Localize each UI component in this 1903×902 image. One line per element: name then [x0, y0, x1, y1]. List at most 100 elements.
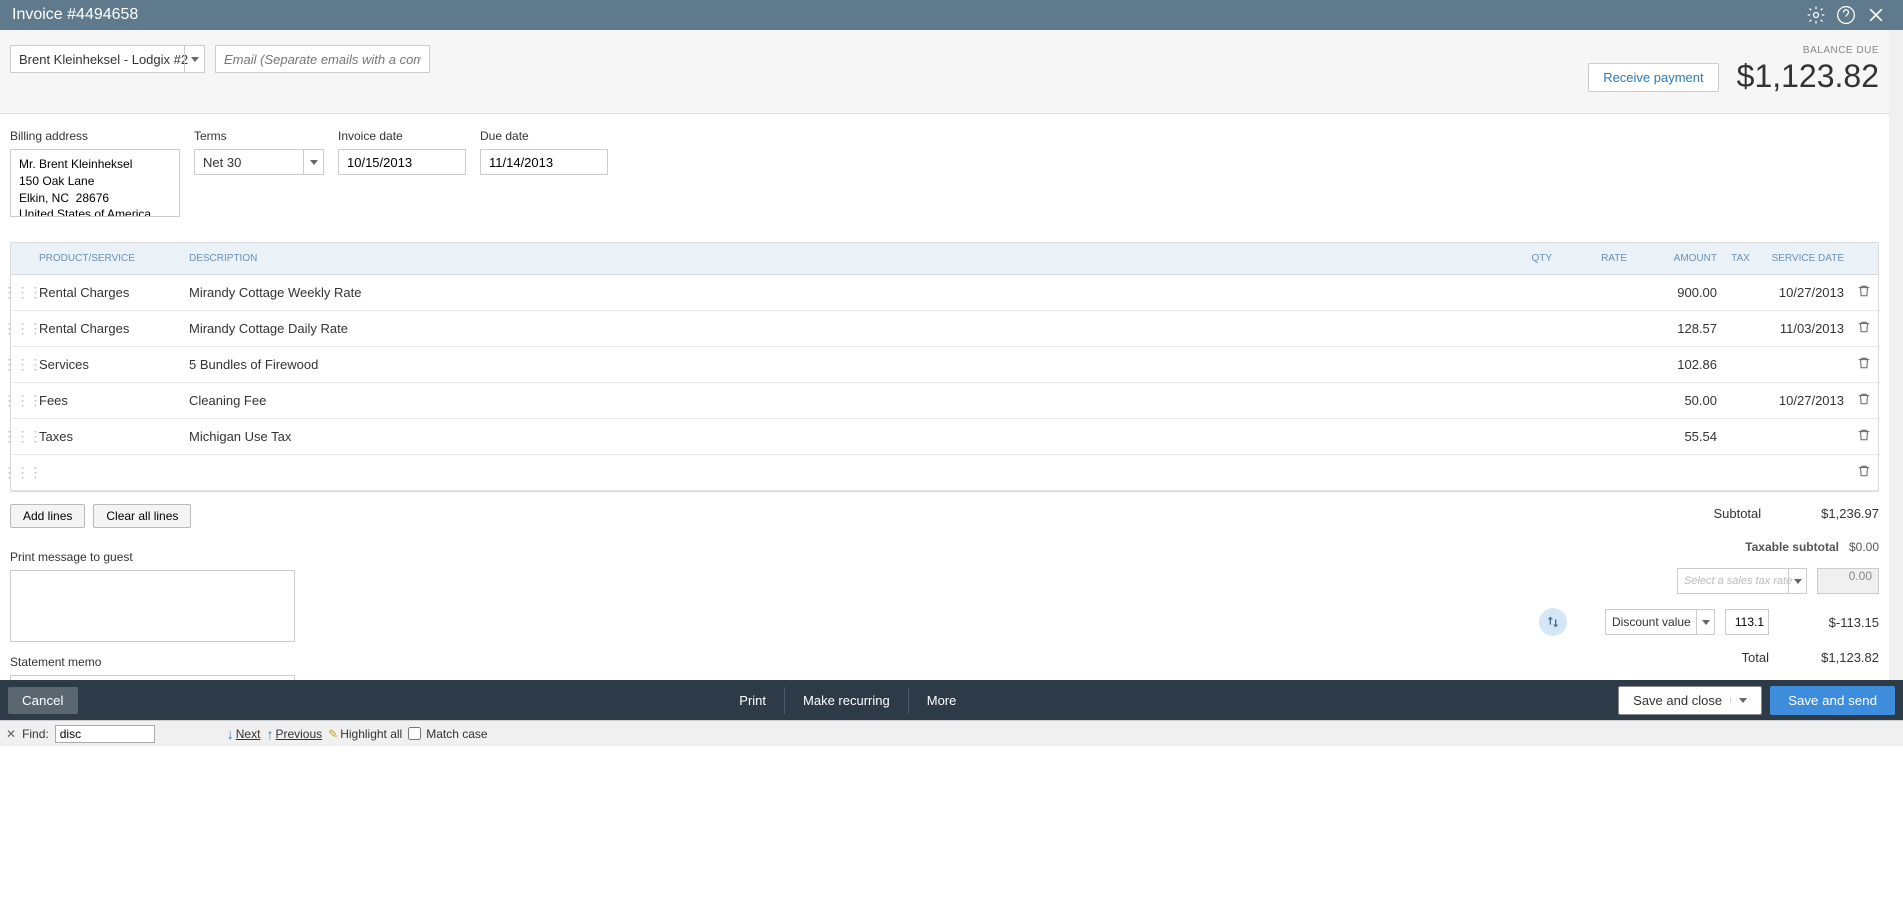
taxable-subtotal-label: Taxable subtotal — [1745, 540, 1839, 554]
title-bar: Invoice #4494658 — [0, 0, 1903, 30]
cell-service-date: 11/03/2013 — [1758, 321, 1850, 336]
table-row[interactable]: ⋮⋮⋮Rental ChargesMirandy Cottage Daily R… — [11, 311, 1878, 347]
discount-value-input[interactable] — [1725, 609, 1769, 635]
delete-row-icon[interactable] — [1850, 392, 1878, 409]
chevron-down-icon — [184, 46, 204, 72]
close-icon[interactable] — [1861, 0, 1891, 30]
cell-product: Taxes — [33, 429, 183, 444]
delete-row-icon[interactable] — [1850, 428, 1878, 445]
cell-amount: 55.54 — [1633, 429, 1723, 444]
cell-amount: 128.57 — [1633, 321, 1723, 336]
line-buttons: Add lines Clear all lines — [0, 492, 201, 534]
cell-product: Services — [33, 357, 183, 372]
drag-handle-icon[interactable]: ⋮⋮⋮ — [11, 356, 33, 373]
cell-description: Mirandy Cottage Daily Rate — [183, 321, 1488, 336]
gear-icon[interactable] — [1801, 0, 1831, 30]
statement-memo-input[interactable] — [10, 675, 295, 680]
delete-row-icon[interactable] — [1850, 356, 1878, 373]
table-row[interactable]: ⋮⋮⋮Rental ChargesMirandy Cottage Weekly … — [11, 275, 1878, 311]
save-close-button[interactable]: Save and close — [1618, 686, 1762, 715]
terms-select[interactable]: Net 30 — [194, 149, 324, 175]
drag-handle-icon[interactable]: ⋮⋮⋮ — [11, 320, 33, 337]
delete-row-icon[interactable] — [1850, 284, 1878, 301]
delete-row-icon[interactable] — [1850, 464, 1878, 481]
terms-value: Net 30 — [203, 155, 241, 170]
col-header-product: PRODUCT/SERVICE — [33, 253, 183, 264]
cell-description: Michigan Use Tax — [183, 429, 1488, 444]
customer-select-value: Brent Kleinheksel - Lodgix #2 — [19, 52, 188, 67]
terms-label: Terms — [194, 129, 324, 143]
cell-amount: 50.00 — [1633, 393, 1723, 408]
cell-service-date: 10/27/2013 — [1758, 393, 1850, 408]
balance-due-amount: $1,123.82 — [1737, 58, 1879, 95]
drag-handle-icon[interactable]: ⋮⋮⋮ — [11, 284, 33, 301]
save-close-label: Save and close — [1633, 693, 1722, 708]
content-area: Brent Kleinheksel - Lodgix #2 Receive pa… — [0, 30, 1903, 680]
col-header-rate: RATE — [1558, 253, 1633, 264]
close-find-icon[interactable]: ✕ — [6, 727, 16, 741]
cell-product: Rental Charges — [33, 285, 183, 300]
due-date-label: Due date — [480, 129, 608, 143]
find-label: Find: — [22, 727, 49, 741]
subtotal-value: $1,236.97 — [1821, 506, 1879, 521]
find-input[interactable] — [55, 725, 155, 743]
help-icon[interactable] — [1831, 0, 1861, 30]
header-row: Brent Kleinheksel - Lodgix #2 Receive pa… — [0, 30, 1889, 114]
billing-address-input[interactable] — [10, 149, 180, 217]
terms-group: Terms Net 30 — [194, 129, 324, 220]
invoice-date-input[interactable] — [338, 149, 466, 175]
swap-icon[interactable] — [1539, 608, 1567, 636]
cell-product: Rental Charges — [33, 321, 183, 336]
find-next-button[interactable]: ↓Next — [227, 726, 261, 742]
highlight-all-button[interactable]: ✎Highlight all — [328, 727, 402, 741]
fields-row: Billing address Terms Net 30 Invoice dat… — [0, 114, 1889, 242]
col-header-service-date: SERVICE DATE — [1758, 253, 1850, 264]
discount-amount: $-113.15 — [1779, 615, 1879, 630]
save-send-button[interactable]: Save and send — [1770, 686, 1895, 715]
drag-handle-icon[interactable]: ⋮⋮⋮ — [11, 464, 33, 481]
balance-due-label: BALANCE DUE — [1737, 45, 1879, 56]
balance-due-bottom-label: Balance due — [1659, 679, 1759, 680]
cell-amount: 900.00 — [1633, 285, 1723, 300]
due-date-group: Due date — [480, 129, 608, 220]
find-bar: ✕ Find: ↓Next ↑Previous ✎Highlight all M… — [0, 720, 1903, 746]
table-row[interactable]: ⋮⋮⋮TaxesMichigan Use Tax 55.54 — [11, 419, 1878, 455]
statement-memo-label: Statement memo — [10, 655, 1539, 669]
find-previous-button[interactable]: ↑Previous — [266, 726, 322, 742]
drag-handle-icon[interactable]: ⋮⋮⋮ — [11, 428, 33, 445]
table-row[interactable]: ⋮⋮⋮ — [11, 455, 1878, 491]
discount-type-select[interactable]: Discount value — [1605, 609, 1715, 635]
clear-lines-button[interactable]: Clear all lines — [93, 504, 191, 528]
make-recurring-link[interactable]: Make recurring — [785, 687, 909, 714]
discount-type-value: Discount value — [1612, 615, 1691, 629]
balance-block: BALANCE DUE $1,123.82 — [1737, 45, 1879, 95]
cell-amount: 102.86 — [1633, 357, 1723, 372]
taxable-subtotal-value: $0.00 — [1849, 540, 1879, 554]
balance-due-bottom-value: $1,123.82 — [1769, 679, 1879, 680]
customer-select[interactable]: Brent Kleinheksel - Lodgix #2 — [10, 45, 205, 73]
print-message-input[interactable] — [10, 570, 295, 642]
drag-handle-icon[interactable]: ⋮⋮⋮ — [11, 392, 33, 409]
print-message-label: Print message to guest — [10, 550, 1539, 564]
cell-description: 5 Bundles of Firewood — [183, 357, 1488, 372]
table-row[interactable]: ⋮⋮⋮Services5 Bundles of Firewood 102.86 — [11, 347, 1878, 383]
invoice-date-group: Invoice date — [338, 129, 466, 220]
chevron-down-icon — [303, 150, 323, 174]
line-items-grid: PRODUCT/SERVICE DESCRIPTION QTY RATE AMO… — [10, 242, 1879, 492]
cell-description: Cleaning Fee — [183, 393, 1488, 408]
cancel-button[interactable]: Cancel — [8, 687, 78, 714]
delete-row-icon[interactable] — [1850, 320, 1878, 337]
table-row[interactable]: ⋮⋮⋮FeesCleaning Fee 50.00 10/27/2013 — [11, 383, 1878, 419]
print-link[interactable]: Print — [721, 687, 785, 714]
email-input[interactable] — [215, 45, 430, 73]
more-link[interactable]: More — [909, 687, 975, 714]
match-case-checkbox[interactable]: Match case — [408, 727, 487, 741]
add-lines-button[interactable]: Add lines — [10, 504, 85, 528]
due-date-input[interactable] — [480, 149, 608, 175]
cell-product: Fees — [33, 393, 183, 408]
col-header-amount: AMOUNT — [1633, 253, 1723, 264]
receive-payment-button[interactable]: Receive payment — [1588, 63, 1718, 92]
tax-rate-select[interactable]: Select a sales tax rate — [1677, 568, 1807, 594]
cell-service-date: 10/27/2013 — [1758, 285, 1850, 300]
col-header-description: DESCRIPTION — [183, 253, 1488, 264]
